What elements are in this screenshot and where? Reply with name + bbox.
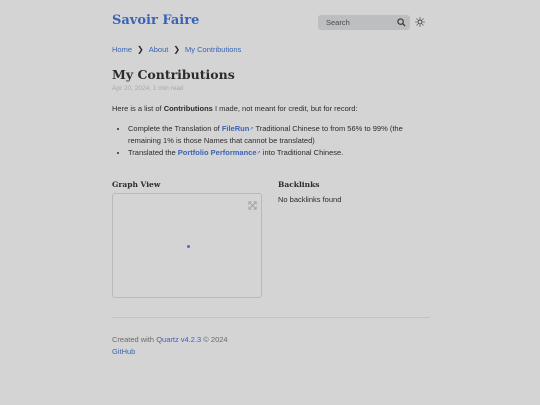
- intro-bold: Contributions: [163, 104, 213, 113]
- expand-icon[interactable]: [248, 197, 257, 215]
- intro-paragraph: Here is a list of Contributions I made, …: [112, 104, 432, 113]
- item-text: into Traditional Chinese.: [260, 148, 344, 157]
- search-input[interactable]: Search: [318, 15, 410, 30]
- article-meta: Apr 20, 2024, 1 min read: [112, 85, 184, 92]
- footer-text: Created with: [112, 335, 157, 344]
- footer-year: © 2024: [201, 335, 228, 344]
- quartz-link[interactable]: Quartz v4.2.3: [156, 335, 201, 344]
- backlinks-empty: No backlinks found: [278, 195, 342, 204]
- list-item: Translated the Portfolio Performance↗ in…: [128, 147, 428, 159]
- contributions-list: Complete the Translation of FileRun↗ Tra…: [112, 123, 428, 159]
- intro-text: I made, not meant for credit, but for re…: [212, 104, 358, 113]
- filerun-link[interactable]: FileRun: [222, 124, 250, 133]
- breadcrumb-current[interactable]: My Contributions: [185, 45, 241, 54]
- search-icon[interactable]: [397, 18, 406, 27]
- portfolio-performance-link[interactable]: Portfolio Performance: [178, 148, 257, 157]
- list-item: Complete the Translation of FileRun↗ Tra…: [128, 123, 428, 147]
- intro-text: Here is a list of: [112, 104, 164, 113]
- breadcrumb-home[interactable]: Home: [112, 45, 132, 54]
- footer-credit: Created with Quartz v4.2.3 © 2024: [112, 335, 228, 344]
- graph-node[interactable]: [187, 245, 190, 248]
- item-text: Complete the Translation of: [128, 124, 222, 133]
- site-title[interactable]: Savoir Faire: [112, 13, 199, 28]
- backlinks-title: Backlinks: [278, 180, 320, 189]
- breadcrumb-separator: ❯: [173, 45, 181, 54]
- breadcrumb-about[interactable]: About: [149, 45, 169, 54]
- breadcrumb-separator: ❯: [137, 45, 144, 54]
- page-title: My Contributions: [112, 67, 235, 82]
- breadcrumb: Home ❯ About ❯ My Contributions: [112, 45, 241, 54]
- search-placeholder: Search: [326, 18, 350, 27]
- graph-view[interactable]: [112, 193, 262, 298]
- sun-icon[interactable]: [415, 17, 425, 27]
- graph-view-title: Graph View: [112, 180, 161, 189]
- footer-divider: [112, 317, 430, 318]
- item-text: Translated the: [128, 148, 178, 157]
- github-link[interactable]: GitHub: [112, 347, 135, 356]
